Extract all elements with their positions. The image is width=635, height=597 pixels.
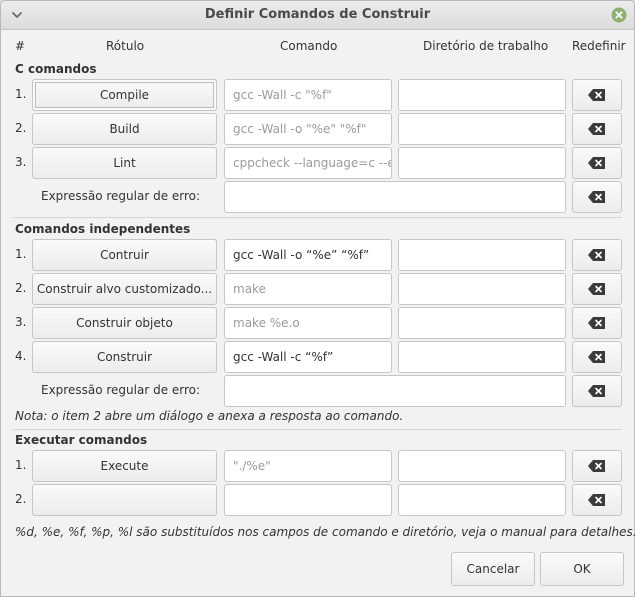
label-button-build[interactable]: Build bbox=[32, 113, 217, 145]
regex-field[interactable] bbox=[224, 181, 566, 213]
label-button-build-object[interactable]: Construir objeto bbox=[32, 307, 217, 339]
row-number: 4. bbox=[15, 349, 27, 363]
regex-label: Expressão regular de erro: bbox=[41, 383, 201, 397]
label-button-contruir[interactable]: Contruir bbox=[32, 239, 217, 271]
section-title-c: C comandos bbox=[15, 62, 97, 76]
header-workdir: Diretório de trabalho bbox=[423, 39, 549, 53]
header-label: Rótulo bbox=[106, 39, 145, 53]
label-button-construir[interactable]: Construir bbox=[32, 341, 217, 373]
separator bbox=[13, 429, 622, 430]
reset-button[interactable] bbox=[572, 79, 622, 111]
window-title: Definir Comandos de Construir bbox=[204, 7, 431, 22]
reset-button[interactable] bbox=[572, 273, 622, 305]
command-field[interactable]: gcc -Wall -c "%f" bbox=[224, 79, 392, 111]
reset-button[interactable] bbox=[572, 450, 622, 482]
reset-button[interactable] bbox=[572, 181, 622, 213]
title-bar: Definir Comandos de Construir bbox=[1, 1, 634, 30]
placeholder-help-note: %d, %e, %f, %p, %l são substituídos nos … bbox=[15, 525, 635, 539]
header-command: Comando bbox=[280, 39, 338, 53]
row-number: 2. bbox=[15, 492, 27, 506]
command-field[interactable]: cppcheck --language=c --er bbox=[224, 147, 392, 179]
clear-backspace-icon bbox=[588, 460, 605, 472]
independent-note: Nota: o item 2 abre um diálogo e anexa a… bbox=[15, 409, 404, 423]
row-number: 1. bbox=[15, 247, 27, 261]
row-number: 1. bbox=[15, 87, 27, 101]
reset-button[interactable] bbox=[572, 307, 622, 339]
command-field[interactable]: gcc -Wall -c “%f” bbox=[224, 341, 392, 373]
label-button-custom-target[interactable]: Construir alvo customizado... bbox=[32, 273, 217, 305]
clear-backspace-icon bbox=[588, 494, 605, 506]
command-field[interactable]: make bbox=[224, 273, 392, 305]
regex-field[interactable] bbox=[224, 375, 566, 407]
clear-backspace-icon bbox=[588, 283, 605, 295]
clear-backspace-icon bbox=[588, 157, 605, 169]
row-number: 1. bbox=[15, 458, 27, 472]
clear-backspace-icon bbox=[588, 89, 605, 101]
row-number: 3. bbox=[15, 315, 27, 329]
command-field[interactable]: make %e.o bbox=[224, 307, 392, 339]
reset-button[interactable] bbox=[572, 239, 622, 271]
close-icon[interactable] bbox=[611, 7, 627, 23]
ok-button[interactable]: OK bbox=[540, 552, 624, 586]
command-field[interactable] bbox=[224, 484, 392, 516]
workdir-field[interactable] bbox=[398, 341, 566, 373]
label-button-empty[interactable] bbox=[32, 484, 217, 516]
workdir-field[interactable] bbox=[398, 147, 566, 179]
reset-button[interactable] bbox=[572, 341, 622, 373]
workdir-field[interactable] bbox=[398, 273, 566, 305]
regex-label: Expressão regular de erro: bbox=[41, 189, 201, 203]
clear-backspace-icon bbox=[588, 191, 605, 203]
workdir-field[interactable] bbox=[398, 484, 566, 516]
command-field[interactable]: gcc -Wall -o “%e” “%f” bbox=[224, 239, 392, 271]
reset-button[interactable] bbox=[572, 484, 622, 516]
build-commands-dialog: Definir Comandos de Construir # Rótulo C… bbox=[0, 0, 635, 597]
workdir-field[interactable] bbox=[398, 239, 566, 271]
section-title-execute: Executar comandos bbox=[15, 433, 148, 447]
row-number: 2. bbox=[15, 281, 27, 295]
header-num: # bbox=[15, 39, 26, 53]
clear-backspace-icon bbox=[588, 351, 605, 363]
clear-backspace-icon bbox=[588, 123, 605, 135]
workdir-field[interactable] bbox=[398, 450, 566, 482]
workdir-field[interactable] bbox=[398, 79, 566, 111]
header-reset: Redefinir bbox=[572, 39, 626, 53]
cancel-button[interactable]: Cancelar bbox=[451, 552, 535, 586]
label-button-lint[interactable]: Lint bbox=[32, 147, 217, 179]
reset-button[interactable] bbox=[572, 147, 622, 179]
workdir-field[interactable] bbox=[398, 307, 566, 339]
row-number: 2. bbox=[15, 121, 27, 135]
clear-backspace-icon bbox=[588, 317, 605, 329]
label-button-execute[interactable]: Execute bbox=[32, 450, 217, 482]
section-title-independent: Comandos independentes bbox=[15, 222, 191, 236]
reset-button[interactable] bbox=[572, 113, 622, 145]
label-button-compile[interactable]: Compile bbox=[32, 79, 217, 111]
clear-backspace-icon bbox=[588, 385, 605, 397]
row-number: 3. bbox=[15, 155, 27, 169]
command-field[interactable]: gcc -Wall -o "%e" "%f" bbox=[224, 113, 392, 145]
workdir-field[interactable] bbox=[398, 113, 566, 145]
reset-button[interactable] bbox=[572, 375, 622, 407]
separator bbox=[13, 217, 622, 218]
clear-backspace-icon bbox=[588, 249, 605, 261]
command-field[interactable]: "./%e" bbox=[224, 450, 392, 482]
